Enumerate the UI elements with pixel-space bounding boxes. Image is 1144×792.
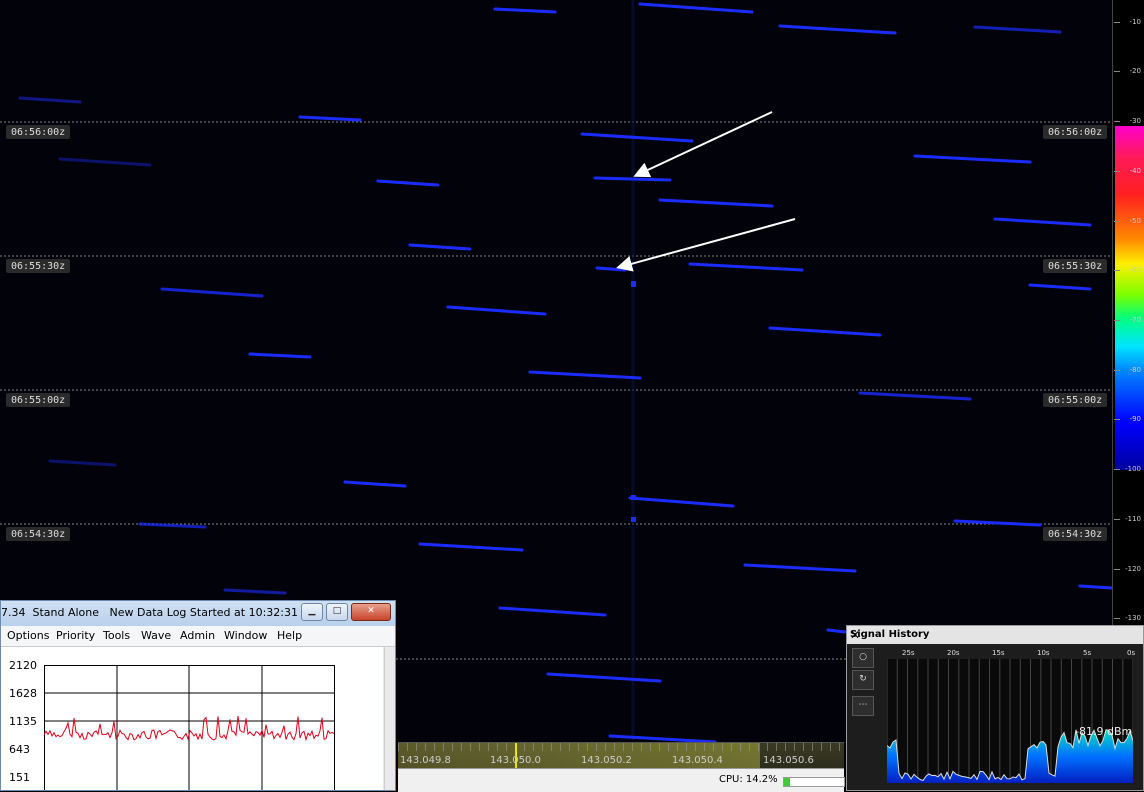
scale-tick: -110 (1114, 515, 1144, 523)
y-axis-label: 1628 (9, 687, 37, 700)
menu-wave[interactable]: Wave (141, 629, 171, 642)
cpu-usage: CPU: 14.2% (719, 774, 778, 785)
time-label-right: 06:56:00z (1043, 125, 1108, 139)
frequency-ticks (398, 743, 844, 751)
scale-tick: -10 (1114, 18, 1144, 26)
scale-tick: -20 (1114, 67, 1144, 75)
signal-reading: -81.9 dBm (1075, 725, 1133, 738)
menu-admin[interactable]: Admin (180, 629, 215, 642)
refresh-icon[interactable]: ↻ (852, 670, 874, 690)
scale-tick: -80 (1114, 366, 1144, 374)
menu-window[interactable]: Window (224, 629, 267, 642)
time-label-left: 06:56:00z (6, 125, 71, 139)
scale-tick: -120 (1114, 565, 1144, 573)
log-menu-bar: Options Priority Tools Wave Admin Window… (1, 626, 395, 647)
frequency-label: 143.049.8 (400, 755, 451, 766)
y-axis-label: 2120 (9, 659, 37, 672)
scale-tick: -60 (1114, 266, 1144, 274)
close-icon[interactable]: ✕ (850, 626, 1140, 644)
signal-history-panel[interactable]: Signal History ✕ ○ ↻ ⋯ 25s 20s 15s 10s 5… (846, 625, 1144, 791)
menu-help[interactable]: Help (277, 629, 302, 642)
menu-tools[interactable]: Tools (103, 629, 130, 642)
scale-tick: -30 (1114, 117, 1144, 125)
time-label-right: 06:55:00z (1043, 393, 1108, 407)
time-label-right: 06:54:30z (1043, 527, 1108, 541)
menu-options[interactable]: Options (7, 629, 49, 642)
signal-history-plot (886, 659, 1134, 783)
minimize-button[interactable]: ▁ (301, 603, 323, 621)
frequency-label: 143.050.2 (581, 755, 632, 766)
more-icon[interactable]: ⋯ (852, 696, 874, 716)
history-time-tick: 10s (1037, 649, 1050, 657)
time-label-left: 06:54:30z (6, 527, 71, 541)
close-button[interactable]: ✕ (351, 603, 391, 621)
history-time-tick: 20s (947, 649, 960, 657)
log-window-title: 7.34 Stand Alone New Data Log Started at… (1, 606, 298, 619)
frequency-label: 143.050.0 (490, 755, 541, 766)
frequency-axis[interactable]: 143.049.8 143.050.0 143.050.2 143.050.4 … (398, 742, 844, 769)
y-axis-label: 1135 (9, 715, 37, 728)
y-axis-label: 643 (9, 743, 30, 756)
scale-tick: -100 (1114, 465, 1144, 473)
frequency-label: 143.050.6 (763, 755, 814, 766)
log-scrollbar[interactable] (384, 647, 395, 790)
frequency-label: 143.050.4 (672, 755, 723, 766)
history-time-tick: 25s (902, 649, 915, 657)
scale-tick: -40 (1114, 167, 1144, 175)
log-title-bar[interactable]: 7.34 Stand Alone New Data Log Started at… (1, 601, 395, 626)
history-time-tick: 15s (992, 649, 1005, 657)
signal-history-chart (886, 659, 1134, 783)
time-label-left: 06:55:30z (6, 259, 71, 273)
maximize-button[interactable]: □ (326, 603, 348, 621)
history-time-tick: 0s (1127, 649, 1136, 657)
status-bar: CPU: 14.2% (398, 768, 845, 792)
data-log-window[interactable]: 7.34 Stand Alone New Data Log Started at… (0, 600, 396, 791)
y-axis-label: 151 (9, 771, 30, 784)
log-plot-area: 2120 1628 1135 643 151 (1, 647, 383, 790)
annotation-arrows (616, 111, 796, 272)
scale-tick: -50 (1114, 217, 1144, 225)
record-icon[interactable]: ○ (852, 648, 874, 668)
time-label-right: 06:55:30z (1043, 259, 1108, 273)
menu-priority[interactable]: Priority (56, 629, 95, 642)
log-chart (44, 665, 335, 790)
signal-history-title-bar: Signal History ✕ (847, 626, 1143, 644)
scale-tick: -90 (1114, 415, 1144, 423)
cpu-meter (783, 777, 845, 787)
time-label-left: 06:55:00z (6, 393, 71, 407)
history-time-tick: 5s (1083, 649, 1092, 657)
scale-tick: -130 (1114, 614, 1144, 622)
scale-tick: -70 (1114, 316, 1144, 324)
